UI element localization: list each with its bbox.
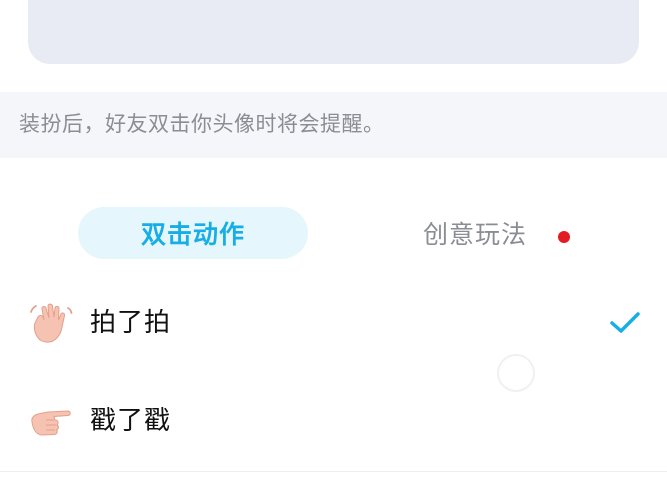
action-label-poke: 戳了戳 — [90, 406, 172, 436]
tab-creative-play-label: 创意玩法 — [422, 220, 527, 249]
action-option-pat[interactable]: 拍了拍 — [0, 282, 667, 362]
pointing-hand-icon — [31, 410, 71, 436]
checkmark-icon — [610, 312, 640, 333]
bottom-divider — [0, 471, 667, 472]
double-tap-action-page: 装扮后，好友双击你头像时将会提醒。 双击动作 创意玩法 拍了拍 戳了戳 — [0, 0, 667, 500]
preview-card — [28, 0, 639, 64]
hint-text: 装扮后，好友双击你头像时将会提醒。 — [19, 112, 385, 136]
tab-double-tap-action-label: 双击动作 — [140, 220, 245, 249]
action-label-pat: 拍了拍 — [90, 308, 172, 338]
tab-creative-play[interactable]: 创意玩法 — [400, 207, 550, 259]
new-badge-dot — [558, 231, 570, 243]
waving-hand-icon — [30, 303, 73, 343]
tab-double-tap-action[interactable]: 双击动作 — [78, 207, 308, 259]
action-option-poke[interactable]: 戳了戳 — [0, 380, 667, 460]
